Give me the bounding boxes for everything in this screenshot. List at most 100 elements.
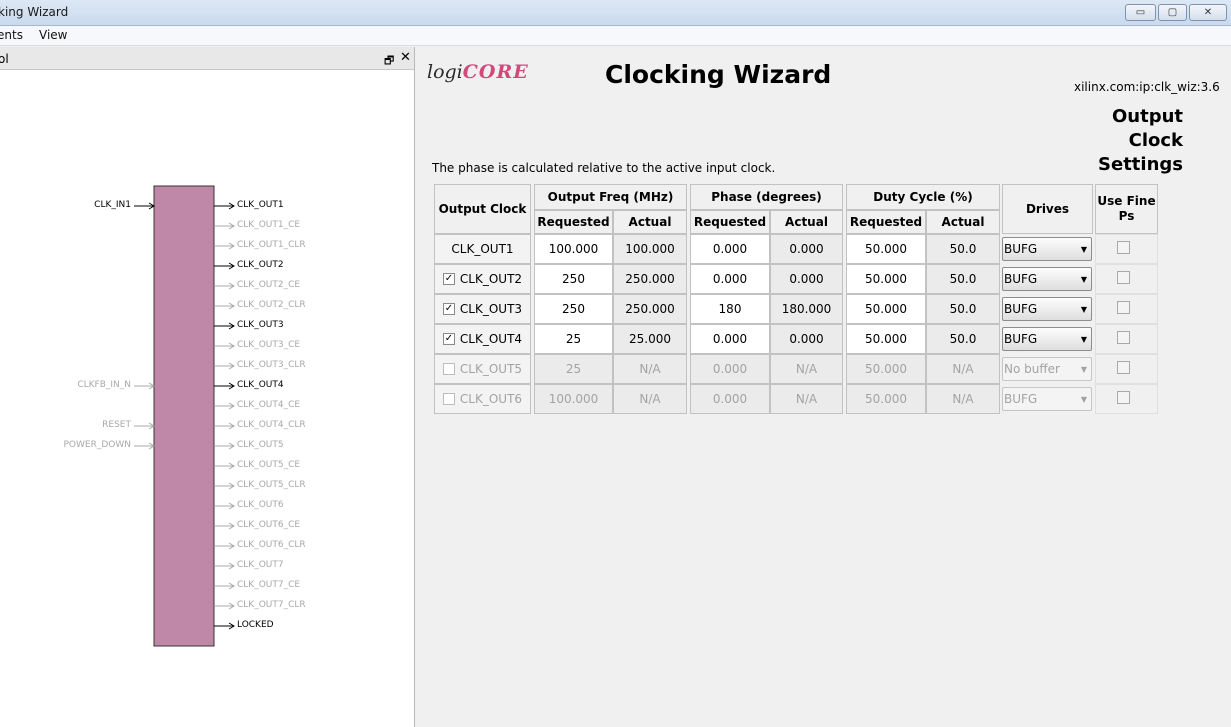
maximize-button[interactable]: ▢ bbox=[1158, 4, 1187, 21]
input-pin-label: CLKFB_IN_N bbox=[77, 380, 131, 390]
freq-requested-input[interactable]: 100.000 bbox=[534, 234, 613, 264]
drives-selected-value: BUFG bbox=[1004, 332, 1038, 346]
header-duty-cycle: Duty Cycle (%) bbox=[846, 184, 1000, 210]
output-pin-arrow-0 bbox=[214, 202, 235, 210]
duty-requested-input: 50.000 bbox=[846, 354, 926, 384]
minimize-button[interactable]: ▭ bbox=[1125, 4, 1156, 21]
row-label-clk-out6[interactable]: CLK_OUT6 bbox=[434, 384, 531, 414]
output-clock-name: CLK_OUT4 bbox=[459, 332, 523, 346]
drives-dropdown[interactable]: BUFG ▼ bbox=[1002, 237, 1092, 261]
freq-requested-input[interactable]: 25 bbox=[534, 324, 613, 354]
ip-block bbox=[153, 185, 215, 647]
restore-icon[interactable]: 🗗 bbox=[384, 52, 394, 71]
output-pin-label: LOCKED bbox=[237, 620, 274, 630]
phase-requested-input[interactable]: 0.000 bbox=[690, 264, 770, 294]
ip-symbol: CLK_OUT1 CLK_OUT1_CE CLK_OUT1_CLR CLK_OUT2 C… bbox=[0, 71, 414, 727]
phase-requested-input[interactable]: 0.000 bbox=[690, 234, 770, 264]
row-label-clk-out4[interactable]: ✓ CLK_OUT4 bbox=[434, 324, 531, 354]
freq-actual-value: 250.000 bbox=[613, 294, 687, 324]
duty-requested-input[interactable]: 50.000 bbox=[846, 264, 926, 294]
row-label-clk-out5[interactable]: CLK_OUT5 bbox=[434, 354, 531, 384]
close-window-button[interactable]: ✕ bbox=[1189, 4, 1227, 21]
drives-selected-value: No buffer bbox=[1004, 362, 1060, 376]
output-pin-arrow-1 bbox=[214, 222, 235, 230]
use-fine-ps-checkbox bbox=[1117, 331, 1130, 344]
enable-checkbox[interactable] bbox=[442, 363, 455, 375]
output-pin-arrow-16 bbox=[214, 522, 235, 530]
header-output-freq: Output Freq (MHz) bbox=[534, 184, 687, 210]
close-icon[interactable]: ✕ bbox=[400, 50, 411, 65]
dropdown-arrow-icon: ▼ bbox=[1080, 365, 1087, 374]
header-phase-requested: Requested bbox=[690, 210, 770, 234]
input-pin-arrow-2 bbox=[134, 422, 155, 430]
input-pin-label: CLK_IN1 bbox=[94, 200, 131, 210]
output-pin-label: CLK_OUT1_CE bbox=[237, 220, 301, 230]
panel-title: ol bbox=[0, 52, 9, 66]
output-pin-label: CLK_OUT3_CE bbox=[237, 340, 301, 350]
enable-checkbox[interactable]: ✓ bbox=[442, 303, 455, 315]
freq-actual-value: N/A bbox=[613, 354, 687, 384]
phase-requested-input: 0.000 bbox=[690, 384, 770, 414]
drives-selected-value: BUFG bbox=[1004, 242, 1038, 256]
logicore-logo: logiCORE bbox=[427, 61, 529, 83]
duty-actual-value: 50.0 bbox=[926, 234, 1000, 264]
duty-requested-input[interactable]: 50.000 bbox=[846, 294, 926, 324]
header-drives: Drives bbox=[1002, 184, 1093, 234]
duty-requested-input[interactable]: 50.000 bbox=[846, 234, 926, 264]
menu-view[interactable]: View bbox=[39, 28, 67, 42]
output-pin-arrow-10 bbox=[214, 402, 235, 410]
freq-requested-input[interactable]: 250 bbox=[534, 264, 613, 294]
use-fine-ps-checkbox bbox=[1117, 241, 1130, 254]
row-label-clk-out3[interactable]: ✓ CLK_OUT3 bbox=[434, 294, 531, 324]
phase-requested-input[interactable]: 180 bbox=[690, 294, 770, 324]
menu-documents[interactable]: ents bbox=[0, 28, 23, 42]
dropdown-arrow-icon: ▼ bbox=[1080, 395, 1087, 404]
phase-requested-input: 0.000 bbox=[690, 354, 770, 384]
duty-requested-input[interactable]: 50.000 bbox=[846, 324, 926, 354]
dropdown-arrow-icon: ▼ bbox=[1080, 275, 1087, 284]
section-title: Output Clock Settings bbox=[1098, 106, 1183, 175]
dropdown-arrow-icon: ▼ bbox=[1080, 335, 1087, 344]
output-pin-label: CLK_OUT4_CLR bbox=[237, 420, 306, 430]
phase-note: The phase is calculated relative to the … bbox=[432, 161, 776, 175]
phase-actual-value: N/A bbox=[770, 384, 843, 414]
enable-checkbox[interactable]: ✓ bbox=[442, 273, 455, 285]
output-pin-label: CLK_OUT5_CE bbox=[237, 460, 301, 470]
header-use-fine-ps: Use Fine Ps bbox=[1095, 184, 1158, 234]
symbol-diagram bbox=[134, 185, 235, 647]
row-label-clk-out2[interactable]: ✓ CLK_OUT2 bbox=[434, 264, 531, 294]
dropdown-arrow-icon: ▼ bbox=[1080, 305, 1087, 314]
drives-dropdown[interactable]: BUFG ▼ bbox=[1002, 297, 1092, 321]
panel-header: ol 🗗 ✕ bbox=[0, 47, 414, 70]
freq-actual-value: 250.000 bbox=[613, 264, 687, 294]
ip-symbol-panel: ol 🗗 ✕ CLK_OUT1 CLK_OUT1_CE CLK_OUT1_CLR CL… bbox=[0, 47, 415, 727]
freq-requested-input: 100.000 bbox=[534, 384, 613, 414]
phase-requested-input[interactable]: 0.000 bbox=[690, 324, 770, 354]
header-phase: Phase (degrees) bbox=[690, 184, 843, 210]
freq-actual-value: 25.000 bbox=[613, 324, 687, 354]
phase-actual-value: 0.000 bbox=[770, 324, 843, 354]
drives-dropdown[interactable]: BUFG ▼ bbox=[1002, 267, 1092, 291]
enable-checkbox[interactable]: ✓ bbox=[442, 333, 455, 345]
duty-actual-value: 50.0 bbox=[926, 264, 1000, 294]
output-pin-label: CLK_OUT5 bbox=[237, 440, 284, 450]
output-pin-arrow-6 bbox=[214, 322, 235, 330]
header-freq-requested: Requested bbox=[534, 210, 613, 234]
input-pin-arrow-3 bbox=[134, 442, 155, 450]
phase-actual-value: N/A bbox=[770, 354, 843, 384]
output-pin-arrow-14 bbox=[214, 482, 235, 490]
settings-panel: logiCORE Clocking Wizard xilinx.com:ip:c… bbox=[416, 47, 1231, 727]
freq-requested-input[interactable]: 250 bbox=[534, 294, 613, 324]
header-duty-actual: Actual bbox=[926, 210, 1000, 234]
drives-dropdown[interactable]: BUFG ▼ bbox=[1002, 327, 1092, 351]
window-title: king Wizard bbox=[0, 5, 69, 19]
window-title-bar: king Wizard ▭ ▢ ✕ bbox=[0, 0, 1231, 26]
output-pin-arrow-7 bbox=[214, 342, 235, 350]
enable-checkbox[interactable] bbox=[442, 393, 455, 405]
output-pin-label: CLK_OUT2 bbox=[237, 260, 284, 270]
output-pin-arrow-11 bbox=[214, 422, 235, 430]
menu-bar: ents View bbox=[0, 26, 1231, 46]
output-clock-name: CLK_OUT1 bbox=[451, 242, 514, 256]
output-clock-name: CLK_OUT6 bbox=[459, 392, 523, 406]
output-pin-label: CLK_OUT3_CLR bbox=[237, 360, 306, 370]
